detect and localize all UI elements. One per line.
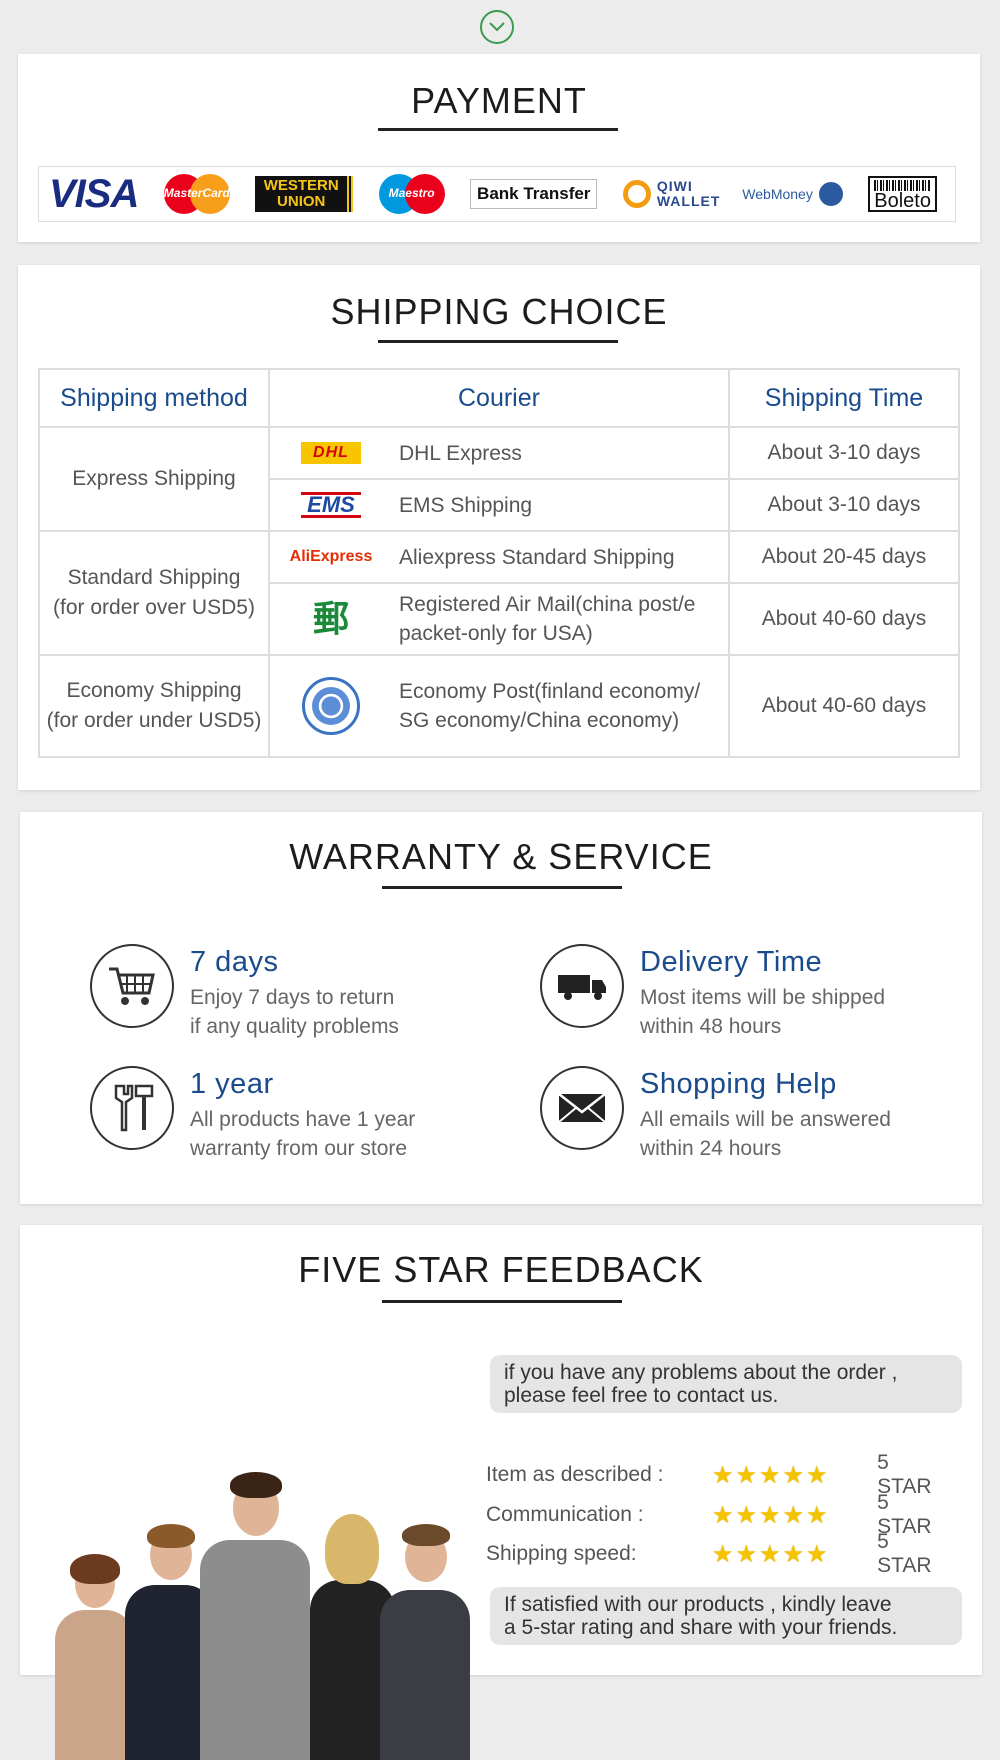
shopping-cart-icon [90, 944, 174, 1028]
qiwi-logo: QIWI WALLET [622, 179, 719, 209]
rating-label: Communication : [486, 1503, 644, 1526]
title-underline [382, 886, 622, 889]
shipping-table: Shipping method Courier Shipping Time Ex… [38, 368, 960, 758]
header-shipping-method: Shipping method [38, 368, 270, 428]
dhl-logo: DHL [301, 442, 361, 464]
courier-name: Economy Post(finland economy/ SG economy… [399, 680, 701, 732]
maestro-logo: Maestro [378, 174, 445, 214]
method-economy: Economy Shipping (for order under USD5) [38, 654, 270, 758]
courier-cell: Economy Post(finland economy/ SG economy… [268, 654, 730, 758]
payment-title: PAYMENT [411, 80, 587, 121]
method-standard: Standard Shipping (for order over USD5) [38, 530, 270, 656]
visa-logo: VISA [49, 171, 139, 216]
barcode-icon [874, 180, 931, 191]
chevron-down-icon[interactable] [480, 10, 514, 44]
shipping-time: About 40-60 days [728, 654, 960, 758]
warranty-item-title: 1 year [190, 1068, 274, 1100]
star-rating-icon: ★★★★★ [711, 1540, 830, 1568]
courier-cell: 郵 Registered Air Mail(china post/e packe… [268, 582, 730, 656]
warranty-item-desc: within 24 hours [640, 1137, 782, 1160]
warranty-item-desc: if any quality problems [190, 1015, 399, 1038]
method-express: Express Shipping [38, 426, 270, 532]
warranty-item-desc: All products have 1 year [190, 1108, 416, 1131]
title-underline [378, 128, 618, 131]
warranty-item-delivery: Delivery Time Most items will be shipped… [540, 944, 885, 1041]
warranty-item-desc: All emails will be answered [640, 1108, 891, 1131]
rating-shipping-speed: Shipping speed: ★★★★★ 5 STAR [486, 1530, 946, 1578]
feedback-title: FIVE STAR FEEDBACK [298, 1249, 704, 1290]
webmoney-logo: WebMoney [742, 182, 843, 206]
warranty-title: WARRANTY & SERVICE [289, 836, 713, 877]
china-post-icon: 郵 [312, 598, 349, 639]
aliexpress-logo: AliExpress [289, 548, 373, 565]
title-underline [378, 340, 618, 343]
rating-value: 5 STAR [877, 1530, 932, 1577]
header-shipping-time: Shipping Time [728, 368, 960, 428]
globe-icon [818, 182, 843, 206]
tools-icon [90, 1066, 174, 1150]
courier-name: DHL Express [399, 441, 522, 465]
warranty-section: WARRANTY & SERVICE 7 days Enjoy 7 days t… [20, 812, 982, 1204]
team-photo [50, 1460, 480, 1760]
un-emblem-icon [302, 677, 360, 735]
shipping-time: About 3-10 days [728, 426, 960, 480]
contact-us-message: if you have any problems about the order… [490, 1355, 962, 1413]
shipping-time: About 3-10 days [728, 478, 960, 532]
warranty-item-return: 7 days Enjoy 7 days to return if any qua… [90, 944, 399, 1041]
mastercard-logo: MasterCard [163, 174, 230, 214]
courier-cell: EMS EMS Shipping [268, 478, 730, 532]
payment-section: PAYMENT VISA MasterCard WESTERN UNION Ma… [18, 54, 980, 242]
warranty-item-help: Shopping Help All emails will be answere… [540, 1066, 891, 1163]
shipping-title: SHIPPING CHOICE [330, 291, 668, 332]
rating-label: Shipping speed: [486, 1542, 637, 1565]
title-underline [382, 1300, 622, 1303]
star-rating-icon: ★★★★★ [711, 1501, 830, 1529]
western-union-logo: WESTERN UNION [255, 176, 354, 212]
warranty-item-desc: within 48 hours [640, 1015, 782, 1038]
courier-cell: DHL DHL Express [268, 426, 730, 480]
shipping-time: About 20-45 days [728, 530, 960, 584]
ems-logo: EMS [301, 492, 361, 518]
courier-name: Aliexpress Standard Shipping [399, 545, 675, 569]
shipping-time: About 40-60 days [728, 582, 960, 656]
warranty-item-year: 1 year All products have 1 year warranty… [90, 1066, 415, 1163]
warranty-item-desc: Enjoy 7 days to return [190, 986, 395, 1009]
bank-transfer-logo: Bank Transfer [470, 179, 598, 209]
courier-name: Registered Air Mail(china post/e packet-… [399, 593, 696, 645]
shipping-section: SHIPPING CHOICE Shipping method Courier … [18, 265, 980, 790]
boleto-logo: Boleto [868, 176, 937, 212]
warranty-item-title: 7 days [190, 946, 279, 978]
rating-label: Item as described : [486, 1463, 664, 1486]
leave-rating-message: If satisfied with our products , kindly … [490, 1587, 962, 1645]
warranty-item-title: Shopping Help [640, 1068, 837, 1100]
envelope-icon [540, 1066, 624, 1150]
feedback-section: FIVE STAR FEEDBACK if you have any probl… [20, 1225, 982, 1760]
delivery-truck-icon [540, 944, 624, 1028]
header-courier: Courier [268, 368, 730, 428]
courier-cell: AliExpress Aliexpress Standard Shipping [268, 530, 730, 584]
star-rating-icon: ★★★★★ [711, 1461, 830, 1489]
payment-methods: VISA MasterCard WESTERN UNION Maestro Ba… [38, 166, 956, 222]
warranty-item-desc: Most items will be shipped [640, 986, 886, 1009]
warranty-item-desc: warranty from our store [190, 1137, 408, 1160]
courier-name: EMS Shipping [399, 493, 533, 517]
warranty-item-title: Delivery Time [640, 946, 823, 978]
